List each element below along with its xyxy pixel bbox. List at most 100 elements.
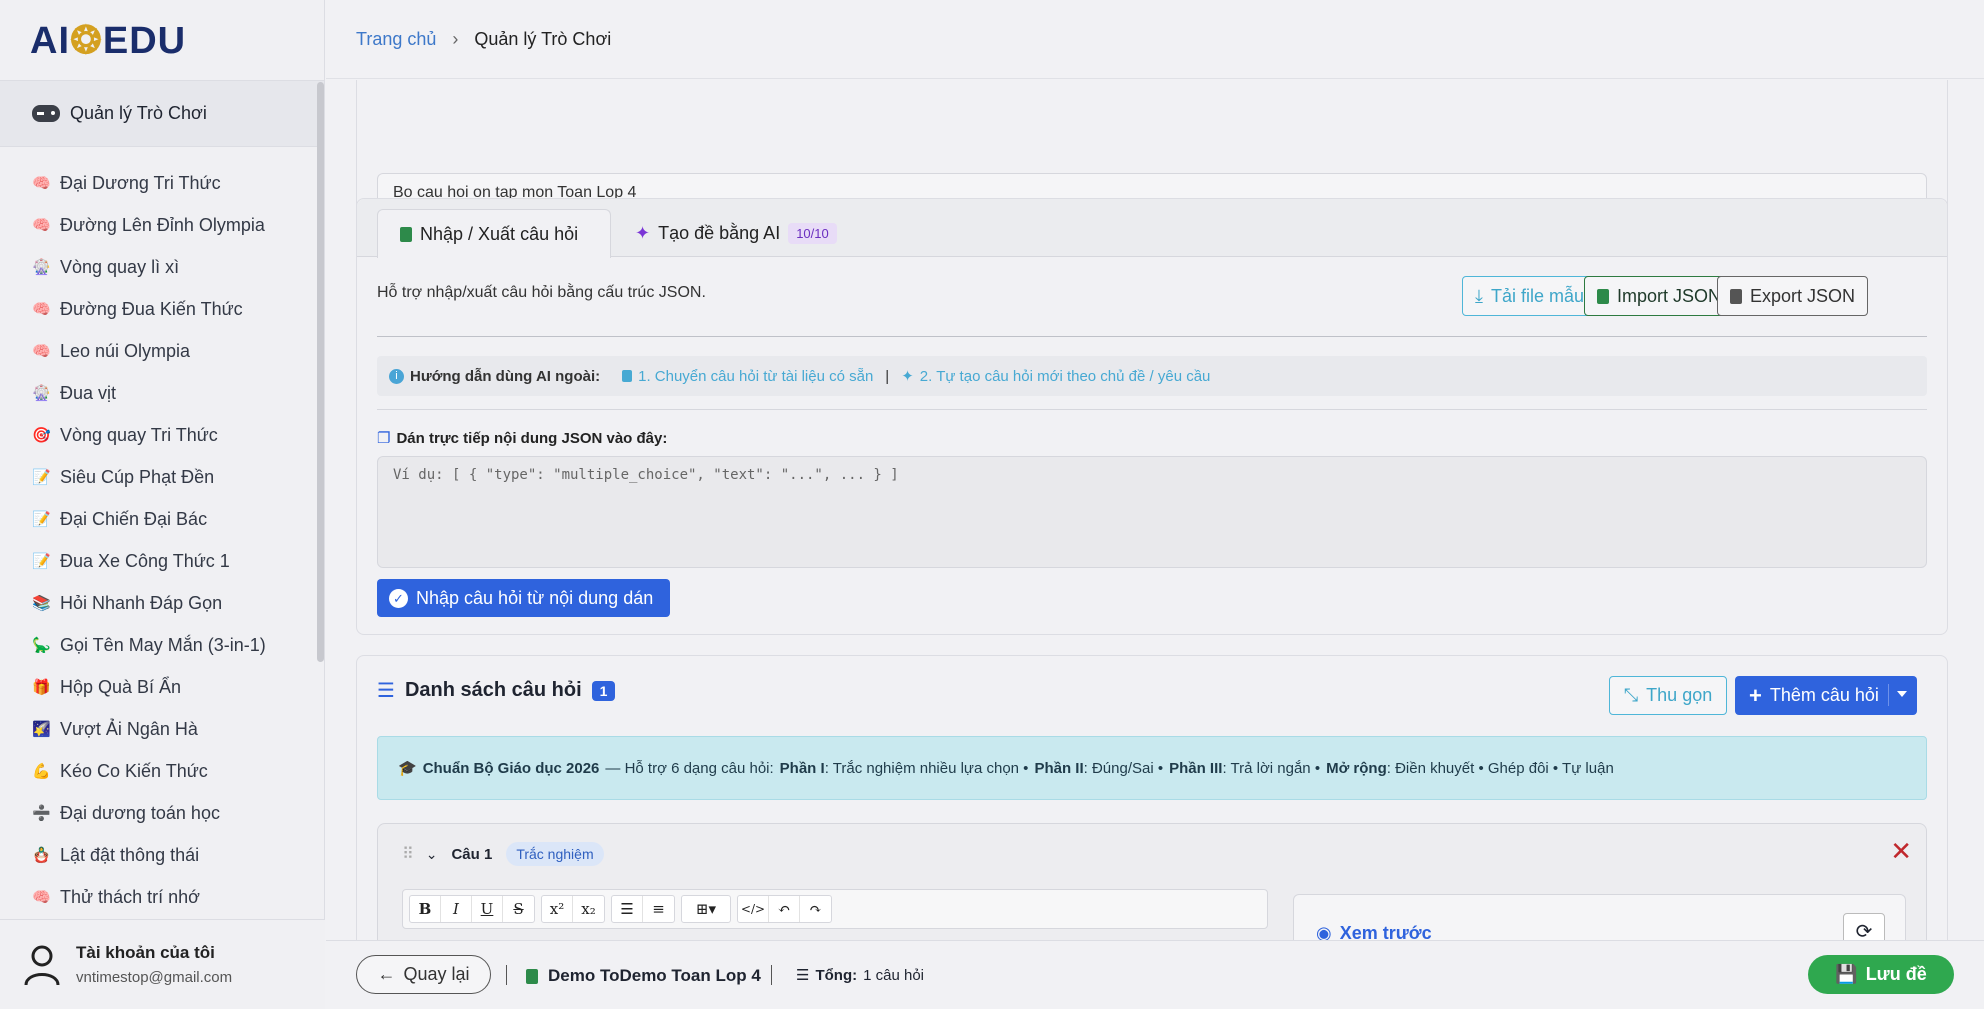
paste-import-label: Nhập câu hỏi từ nội dung dán [416,587,654,608]
bold-icon[interactable]: B [410,896,441,922]
tab-import-export[interactable]: Nhập / Xuất câu hỏi [377,209,611,258]
magic-wand-icon: ✦ [901,368,914,385]
paste-label-text: Dán trực tiếp nội dung JSON vào đây: [396,429,668,447]
standard-info-box: 🎓 Chuẩn Bộ Giáo dục 2026 — Hỗ trợ 6 dạng… [377,736,1927,800]
refresh-icon[interactable]: ⟳ [1843,913,1885,940]
sidebar-header[interactable]: Quản lý Trò Chơi [0,81,324,147]
sidebar-item[interactable]: 🪆 Lật đật thông thái [0,834,318,876]
subscript-icon[interactable]: x₂ [573,896,604,922]
collapse-button[interactable]: ⤡ Thu gọn [1609,676,1727,715]
std-title: Chuẩn Bộ Giáo dục 2026 [422,759,600,777]
list-icon: ☰ [377,680,395,702]
question-list-card: ☰ Danh sách câu hỏi 1 ⤡ Thu gọn + Thêm c… [356,655,1948,940]
game-icon: 🪆 [32,847,51,864]
sidebar-item[interactable]: 🎁 Hộp Quà Bí Ẩn [0,666,318,708]
paste-import-button[interactable]: ✓ Nhập câu hỏi từ nội dung dán [377,579,670,617]
sidebar-item[interactable]: 🧠 Đường Đua Kiến Thức [0,288,318,330]
underline-icon[interactable]: U [472,896,503,922]
back-label: Quay lại [403,964,470,984]
account-section[interactable]: Tài khoản của tôi vntimestop@gmail.com [0,919,325,1009]
guide-link-convert[interactable]: 1. Chuyển câu hỏi từ tài liệu có sẵn [638,368,873,385]
code-icon[interactable]: </> [738,896,769,922]
strikethrough-icon[interactable]: S [503,896,534,922]
sidebar-item-label: Đại Dương Tri Thức [60,172,221,193]
sidebar-item[interactable]: 🎯 Vòng quay Tri Thức [0,414,318,456]
redo-icon[interactable]: ↷ [800,896,831,922]
preview-panel: ◉ Xem trước ⟳ [1293,894,1906,940]
game-icon: 🧠 [32,343,51,360]
breadcrumb-current: Quản lý Trò Chơi [474,28,612,49]
std-extended-text: : Điền khuyết • Ghép đôi • Tự luận [1386,759,1614,777]
split-divider [1888,684,1889,706]
sidebar-item[interactable]: 🎡 Đua vịt [0,372,318,414]
sidebar-item-label: Kéo Co Kiến Thức [60,760,208,781]
sidebar-item[interactable]: ➗ Đại dương toán học [0,792,318,834]
game-icon: 🎡 [32,385,51,402]
magic-wand-icon: ✦ [635,223,651,243]
sidebar-item[interactable]: 💪 Kéo Co Kiến Thức [0,750,318,792]
question-header: ⠿ ⌄ Câu 1 Trắc nghiệm [402,842,604,866]
compress-icon: ⤡ [1623,685,1639,705]
import-json-button[interactable]: Import JSON [1584,276,1735,316]
tab-ai-generate[interactable]: ✦ Tạo đề bằng AI 10/10 [613,209,859,258]
question-card: ⠿ ⌄ Câu 1 Trắc nghiệm ✕ B I U S x² x₂ ☰ [377,823,1927,940]
brain-icon: ❂ [70,19,103,62]
std-part3: Phần III [1169,759,1223,777]
table-icon[interactable]: ⊞▾ [682,896,730,922]
sidebar-item[interactable]: 📝 Siêu Cúp Phạt Đền [0,456,318,498]
sidebar-item[interactable]: 🎡 Vòng quay lì xì [0,246,318,288]
misc-group: </> ↶ ↷ [737,895,832,923]
close-icon[interactable]: ✕ [1890,836,1912,867]
sidebar-item[interactable]: 📚 Hỏi Nhanh Đáp Gọn [0,582,318,624]
numbered-list-icon[interactable]: ≡ [643,896,674,922]
chevron-down-icon[interactable]: ⌄ [426,846,438,863]
chevron-down-icon[interactable] [1897,691,1907,697]
sidebar-item[interactable]: 🌠 Vượt Ải Ngân Hà [0,708,318,750]
logo[interactable]: AI❂EDU [0,0,324,81]
breadcrumb-home[interactable]: Trang chủ [356,29,436,50]
sidebar-item-label: Gọi Tên May Mắn (3-in-1) [60,634,266,655]
import-card: Nhập / Xuất câu hỏi ✦ Tạo đề bằng AI 10/… [356,198,1948,635]
arrow-left-icon: ← [377,964,396,984]
undo-icon[interactable]: ↶ [769,896,800,922]
save-button[interactable]: 💾 Lưu đề [1808,955,1954,994]
game-icon: 📝 [32,511,51,528]
std-part1-text: : Trắc nghiệm nhiều lựa chọn • [824,759,1029,777]
sidebar-item[interactable]: 📝 Đại Chiến Đại Bác [0,498,318,540]
clipboard-icon: ❐ [377,430,391,447]
plus-icon: + [1749,682,1762,708]
bullet-list-icon[interactable]: ☰ [612,896,643,922]
sidebar-item[interactable]: 🧠 Thử thách trí nhớ [0,876,318,918]
std-part1: Phần I [779,759,825,777]
guide-link-create[interactable]: 2. Tự tạo câu hỏi mới theo chủ đề / yêu … [920,368,1211,385]
sidebar-item-label: Leo núi Olympia [60,340,191,361]
sidebar-scrollbar[interactable] [317,82,324,662]
sidebar: AI❂EDU Quản lý Trò Chơi 🧠 Đại Dương Tri T… [0,0,325,1009]
ai-quota-badge: 10/10 [788,223,837,244]
sidebar-item[interactable]: 📝 Đua Xe Công Thức 1 [0,540,318,582]
export-json-label: Export JSON [1750,285,1856,306]
json-paste-input[interactable]: Ví dụ: [ { "type": "multiple_choice", "t… [377,456,1927,568]
game-icon: 🎁 [32,679,51,696]
game-icon: 📚 [32,595,51,612]
download-template-button[interactable]: ⤓ Tải file mẫu [1462,276,1598,316]
italic-icon[interactable]: I [441,896,472,922]
sidebar-item[interactable]: 🧠 Đường Lên Đỉnh Olympia [0,204,318,246]
logo-text: AI❂EDU [30,19,187,62]
superscript-icon[interactable]: x² [542,896,573,922]
paste-label: ❐ Dán trực tiếp nội dung JSON vào đây: [377,429,668,448]
sidebar-item[interactable]: 🧠 Leo núi Olympia [0,330,318,372]
sidebar-item-label: Lật đật thông thái [60,844,200,865]
divider [377,336,1927,337]
export-json-button[interactable]: Export JSON [1717,276,1869,316]
sidebar-item[interactable]: 🦕 Gọi Tên May Mắn (3-in-1) [0,624,318,666]
game-name: Demo ToDemo Toan Lop 4 [526,966,761,986]
drag-handle-icon[interactable]: ⠿ [402,844,414,864]
add-question-button[interactable]: + Thêm câu hỏi [1735,676,1917,715]
sidebar-item-label: Vượt Ải Ngân Hà [60,718,198,739]
sidebar-item[interactable]: 🧠 Đại Dương Tri Thức [0,162,318,204]
question-list-title: ☰ Danh sách câu hỏi 1 [377,678,616,703]
guide-separator: | [885,367,890,385]
sidebar-item-label: Hộp Quà Bí Ẩn [60,676,182,697]
back-button[interactable]: ← Quay lại [356,955,491,994]
